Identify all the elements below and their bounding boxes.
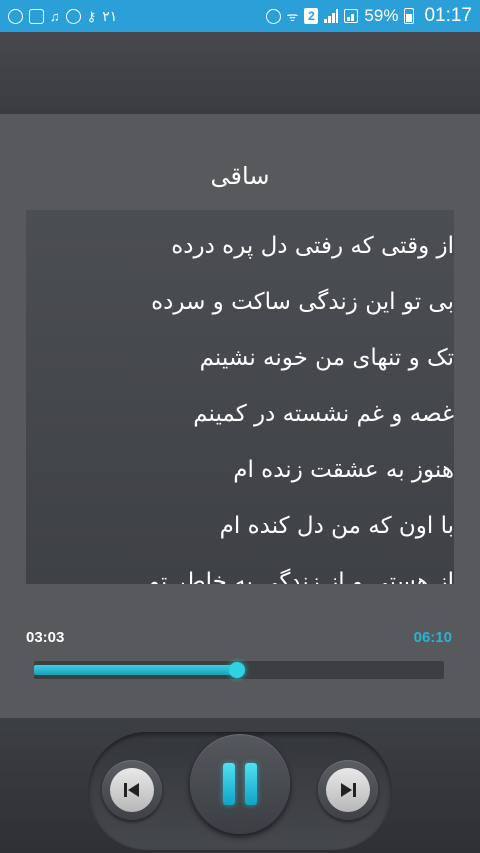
music-note-icon: ♫ — [50, 8, 60, 24]
previous-button[interactable] — [102, 760, 162, 820]
status-bar-right: ᯤ 2 59% 01:17 — [265, 5, 472, 27]
player-main: ساقی از وقتی که رفتی دل پره درده بی تو ا… — [0, 114, 480, 718]
sim-badge: 2 — [304, 8, 319, 24]
lyric-line: هنوز به عشقت زنده ام — [233, 457, 454, 483]
lyric-line: غصه و غم نشسته در کمینم — [193, 401, 454, 427]
wifi-icon: ᯤ — [286, 8, 299, 24]
skip-previous-icon — [124, 783, 139, 797]
skip-next-icon — [341, 783, 356, 797]
clock-time: 01:17 — [424, 5, 472, 26]
status-bar-left: ♫ ⚷ ۲۱ — [8, 8, 117, 25]
app-notification-icon — [65, 8, 81, 24]
gallery-notification-icon — [29, 8, 44, 24]
seek-bar[interactable] — [34, 660, 444, 682]
signal-strength-icon — [324, 9, 339, 23]
lyric-line: با اون که من دل کنده ام — [219, 513, 454, 539]
pause-icon — [223, 763, 257, 805]
alarm-notification-icon — [8, 8, 23, 24]
current-time: 03:03 — [26, 629, 65, 646]
battery-percent: 59% — [364, 6, 399, 25]
next-button-face — [326, 768, 370, 812]
playback-controls — [0, 718, 480, 853]
top-toolbar — [0, 32, 480, 114]
lyric-line: بی تو این زندگی ساکت و سرده — [151, 289, 454, 315]
lyric-line: از وقتی که رفتی دل پره درده — [171, 233, 454, 259]
key-icon: ⚷ — [86, 8, 97, 24]
play-pause-button[interactable] — [190, 734, 290, 834]
lyrics-panel[interactable]: از وقتی که رفتی دل پره درده بی تو این زن… — [26, 210, 454, 584]
alarm-clock-icon — [265, 8, 281, 24]
seek-progress — [34, 665, 237, 675]
status-left-number: ۲۱ — [102, 7, 118, 24]
previous-button-face — [110, 768, 154, 812]
lyric-line: از هستی و از زندگی به خاطر تو — [149, 569, 454, 584]
battery-icon — [404, 8, 415, 24]
total-time: 06:10 — [413, 629, 452, 646]
song-title: ساقی — [210, 162, 270, 190]
seek-thumb[interactable] — [228, 662, 245, 678]
lyric-line: تک و تنهای من خونه نشینم — [199, 345, 454, 371]
status-bar: ♫ ⚷ ۲۱ ᯤ 2 59% 01:17 — [0, 0, 480, 32]
signal-strength-2-icon — [344, 9, 359, 23]
next-button[interactable] — [318, 760, 378, 820]
